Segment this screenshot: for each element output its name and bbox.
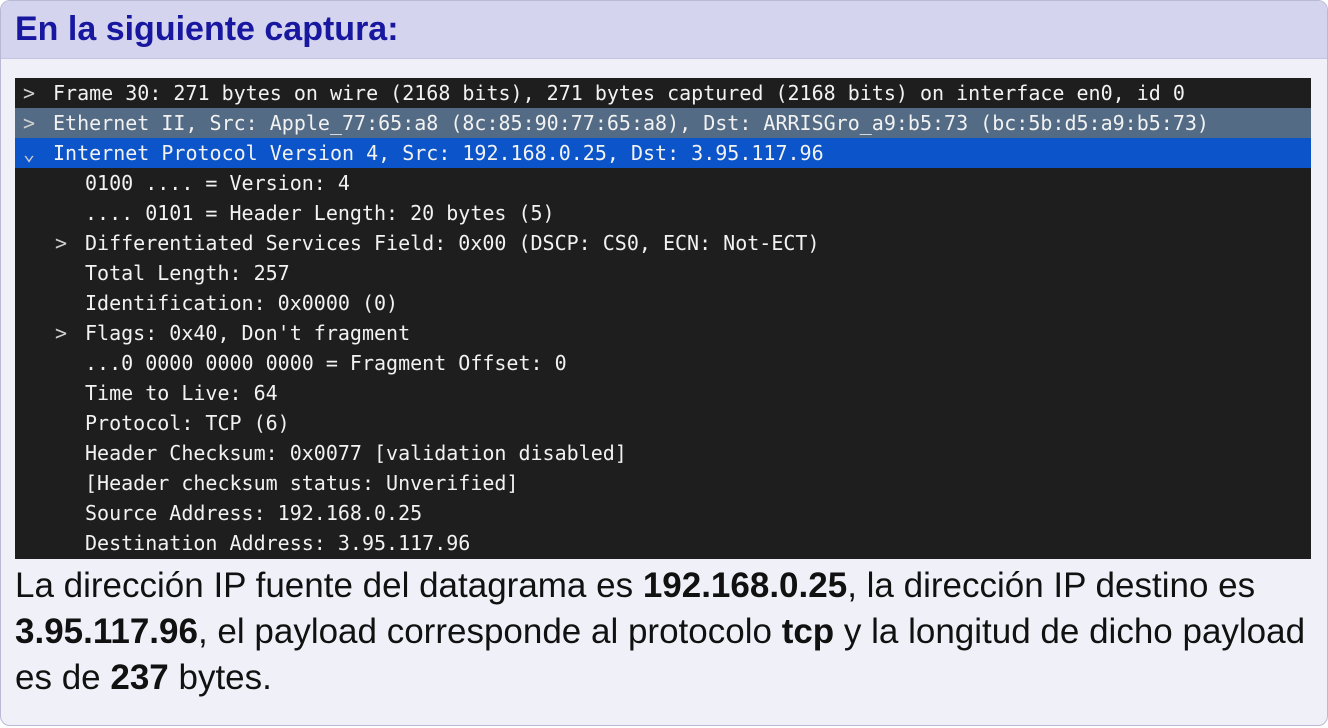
toggle-spacer: [55, 378, 85, 408]
tree-row-protocol[interactable]: Protocol: TCP (6): [15, 408, 1311, 438]
collapse-arrow-icon[interactable]: ⌄: [23, 138, 53, 168]
tree-row-header-checksum[interactable]: Header Checksum: 0x0077 [validation disa…: [15, 438, 1311, 468]
tree-row-ttl[interactable]: Time to Live: 64: [15, 378, 1311, 408]
tree-row-text: Flags: 0x40, Don't fragment: [85, 321, 411, 345]
toggle-spacer: [55, 408, 85, 438]
answer-source-ip: 192.168.0.25: [642, 566, 848, 605]
tree-row-header-length[interactable]: .... 0101 = Header Length: 20 bytes (5): [15, 198, 1311, 228]
tree-row-destination-address[interactable]: Destination Address: 3.95.117.96: [15, 528, 1311, 558]
tree-row-frame[interactable]: > Frame 30: 271 bytes on wire (2168 bits)…: [15, 78, 1311, 108]
toggle-spacer: [55, 528, 85, 558]
toggle-spacer: [55, 168, 85, 198]
tree-row-text: Total Length: 257: [85, 261, 290, 285]
toggle-spacer: [55, 288, 85, 318]
toggle-spacer: [55, 498, 85, 528]
tree-row-text: Frame 30: 271 bytes on wire (2168 bits),…: [53, 81, 1185, 105]
block-title-bar: En la siguiente captura:: [1, 1, 1327, 59]
toggle-spacer: [55, 348, 85, 378]
tree-row-identification[interactable]: Identification: 0x0000 (0): [15, 288, 1311, 318]
tree-row-text: Differentiated Services Field: 0x00 (DSC…: [85, 231, 820, 255]
tree-row-text: Internet Protocol Version 4, Src: 192.16…: [53, 141, 824, 165]
block-title: En la siguiente captura:: [15, 10, 399, 48]
tree-row-checksum-status[interactable]: [Header checksum status: Unverified]: [15, 468, 1311, 498]
toggle-spacer: [55, 468, 85, 498]
answer-destination-ip: 3.95.117.96: [15, 612, 198, 651]
tree-row-text: Ethernet II, Src: Apple_77:65:a8 (8c:85:…: [53, 111, 1209, 135]
expand-arrow-icon[interactable]: >: [23, 78, 53, 108]
tree-row-ipv4-selected[interactable]: ⌄ Internet Protocol Version 4, Src: 192.1…: [15, 138, 1311, 168]
expand-arrow-icon[interactable]: >: [55, 228, 85, 258]
answer-text: , el payload corresponde al protocolo: [197, 612, 782, 651]
tree-row-ethernet[interactable]: > Ethernet II, Src: Apple_77:65:a8 (8c:85…: [15, 108, 1311, 138]
tree-row-source-address[interactable]: Source Address: 192.168.0.25: [15, 498, 1311, 528]
slide-block: En la siguiente captura: > Frame 30: 271 …: [0, 0, 1328, 726]
tree-row-total-length[interactable]: Total Length: 257: [15, 258, 1311, 288]
tree-row-text: Destination Address: 3.95.117.96: [85, 531, 471, 555]
tree-row-text: Header Checksum: 0x0077 [validation disa…: [85, 441, 627, 465]
tree-row-text: Time to Live: 64: [85, 381, 278, 405]
tree-row-text: Identification: 0x0000 (0): [85, 291, 399, 315]
packet-details-pane[interactable]: > Frame 30: 271 bytes on wire (2168 bits)…: [15, 78, 1311, 559]
answer-paragraph: La dirección IP fuente del datagrama es …: [15, 563, 1315, 701]
expand-arrow-icon[interactable]: >: [23, 108, 53, 138]
answer-text: La dirección IP fuente del datagrama es: [15, 566, 643, 605]
tree-row-text: 0100 .... = Version: 4: [85, 171, 350, 195]
tree-row-flags[interactable]: > Flags: 0x40, Don't fragment: [15, 318, 1311, 348]
toggle-spacer: [55, 258, 85, 288]
tree-row-text: Protocol: TCP (6): [85, 411, 290, 435]
expand-arrow-icon[interactable]: >: [55, 318, 85, 348]
toggle-spacer: [55, 438, 85, 468]
tree-row-text: Source Address: 192.168.0.25: [85, 501, 423, 525]
answer-payload-length: 237: [110, 658, 169, 697]
tree-row-dsfield[interactable]: > Differentiated Services Field: 0x00 (DS…: [15, 228, 1311, 258]
toggle-spacer: [55, 198, 85, 228]
tree-row-text: [Header checksum status: Unverified]: [85, 471, 519, 495]
answer-text: bytes.: [168, 658, 272, 697]
answer-protocol: tcp: [781, 612, 835, 651]
tree-row-text: ...0 0000 0000 0000 = Fragment Offset: 0: [85, 351, 567, 375]
tree-row-version[interactable]: 0100 .... = Version: 4: [15, 168, 1311, 198]
tree-row-text: .... 0101 = Header Length: 20 bytes (5): [85, 201, 555, 225]
tree-row-fragment-offset[interactable]: ...0 0000 0000 0000 = Fragment Offset: 0: [15, 348, 1311, 378]
answer-text: , la dirección IP destino es: [847, 566, 1256, 605]
